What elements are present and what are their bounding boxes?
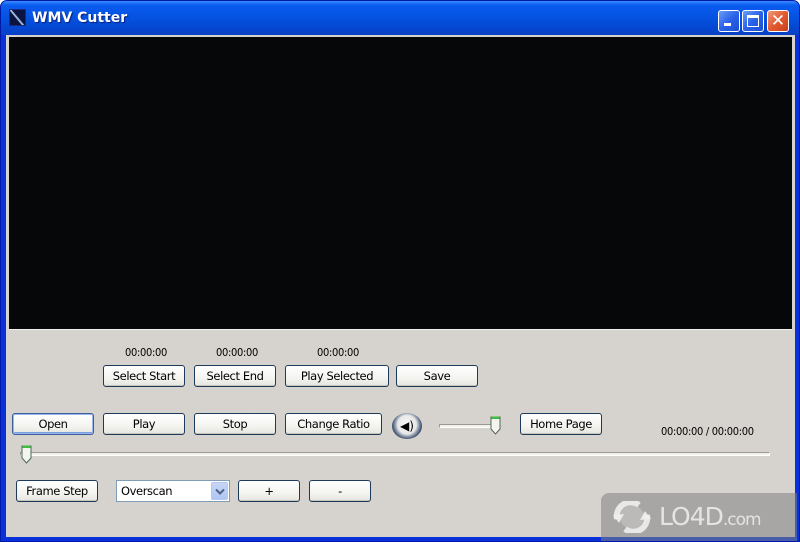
position-slider-thumb[interactable] bbox=[21, 444, 32, 464]
play-selected-time-label: 00:00:00 bbox=[316, 346, 360, 359]
watermark: LO4D.com bbox=[601, 493, 797, 541]
start-time-label: 00:00:00 bbox=[124, 346, 168, 359]
time-display: 00:00:00 / 00:00:00 bbox=[661, 425, 754, 438]
zoom-mode-select[interactable]: Overscan bbox=[116, 480, 230, 502]
home-page-button[interactable]: Home Page bbox=[520, 413, 602, 435]
app-icon bbox=[9, 9, 26, 26]
zoom-mode-value: Overscan bbox=[121, 484, 173, 498]
save-button[interactable]: Save bbox=[396, 365, 478, 387]
minimize-button[interactable] bbox=[718, 10, 740, 32]
maximize-button[interactable] bbox=[742, 10, 764, 32]
close-icon: ✕ bbox=[770, 11, 786, 31]
stop-button[interactable]: Stop bbox=[194, 413, 276, 435]
mute-button[interactable]: ◀) bbox=[392, 413, 422, 439]
window-title: WMV Cutter bbox=[32, 10, 128, 26]
open-button[interactable]: Open bbox=[12, 413, 94, 435]
maximize-icon bbox=[747, 15, 759, 27]
volume-slider-thumb[interactable] bbox=[490, 415, 501, 435]
watermark-text: LO4D.com bbox=[659, 502, 762, 531]
play-button[interactable]: Play bbox=[103, 413, 185, 435]
zoom-in-button[interactable]: + bbox=[238, 480, 300, 502]
end-time-label: 00:00:00 bbox=[215, 346, 259, 359]
play-selected-button[interactable]: Play Selected bbox=[285, 365, 389, 387]
app-window: WMV Cutter ✕ 00:00:00 00:00:00 00:00:00 … bbox=[0, 0, 800, 542]
chevron-down-icon bbox=[215, 488, 225, 495]
select-end-button[interactable]: Select End bbox=[194, 365, 276, 387]
change-ratio-button[interactable]: Change Ratio bbox=[285, 413, 382, 435]
client-area: 00:00:00 00:00:00 00:00:00 Select Start … bbox=[6, 35, 795, 537]
divider bbox=[9, 329, 792, 330]
frame-step-button[interactable]: Frame Step bbox=[16, 480, 98, 502]
watermark-logo-icon bbox=[613, 501, 651, 533]
zoom-out-button[interactable]: - bbox=[309, 480, 371, 502]
video-display[interactable] bbox=[9, 37, 792, 329]
title-bar[interactable]: WMV Cutter ✕ bbox=[1, 1, 799, 35]
select-start-button[interactable]: Select Start bbox=[103, 365, 185, 387]
close-button[interactable]: ✕ bbox=[767, 10, 789, 32]
dropdown-button[interactable] bbox=[211, 482, 228, 500]
minimize-icon bbox=[724, 23, 731, 26]
speaker-icon: ◀) bbox=[400, 419, 414, 433]
position-slider-track[interactable] bbox=[20, 452, 770, 456]
